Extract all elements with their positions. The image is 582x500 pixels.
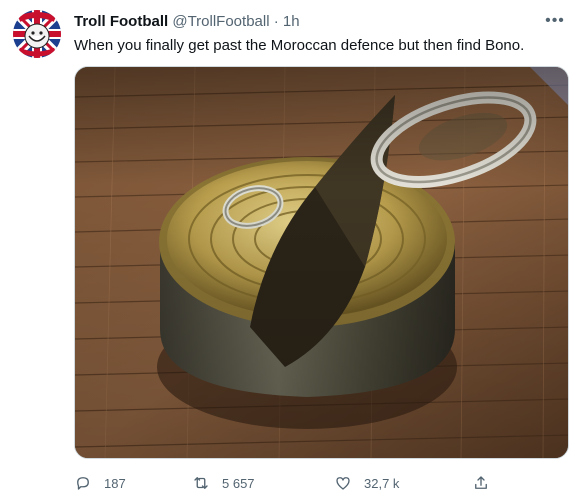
more-options-button[interactable]: ••• <box>542 8 568 34</box>
separator: · <box>273 13 279 30</box>
reply-icon <box>77 477 89 490</box>
tweet-image[interactable] <box>74 66 569 459</box>
like-count: 32,7 k <box>364 475 400 491</box>
avatar-image <box>13 10 61 58</box>
retweet-count: 5 657 <box>222 475 255 491</box>
reply-button[interactable]: 187 <box>74 470 126 496</box>
share-button[interactable] <box>472 470 502 496</box>
timestamp[interactable]: 1h <box>283 13 300 30</box>
tweet-actions: 187 5 657 32,7 k <box>68 470 498 496</box>
tweet-header: Troll Football @TrollFootball · 1h <box>74 12 542 32</box>
tweet[interactable]: Troll Football @TrollFootball · 1h ••• W… <box>0 0 582 500</box>
author-name[interactable]: Troll Football <box>74 13 168 30</box>
author-handle[interactable]: @TrollFootball <box>172 13 269 30</box>
more-icon: ••• <box>545 12 565 29</box>
retweet-icon <box>194 477 208 489</box>
like-icon <box>336 477 350 490</box>
share-icon <box>475 476 487 489</box>
avatar[interactable] <box>13 10 61 58</box>
like-button[interactable]: 32,7 k <box>334 470 399 496</box>
reply-count: 187 <box>104 475 126 491</box>
tweet-text: When you finally get past the Moroccan d… <box>74 37 525 54</box>
tin-can-photo <box>75 67 568 458</box>
retweet-button[interactable]: 5 657 <box>192 470 255 496</box>
